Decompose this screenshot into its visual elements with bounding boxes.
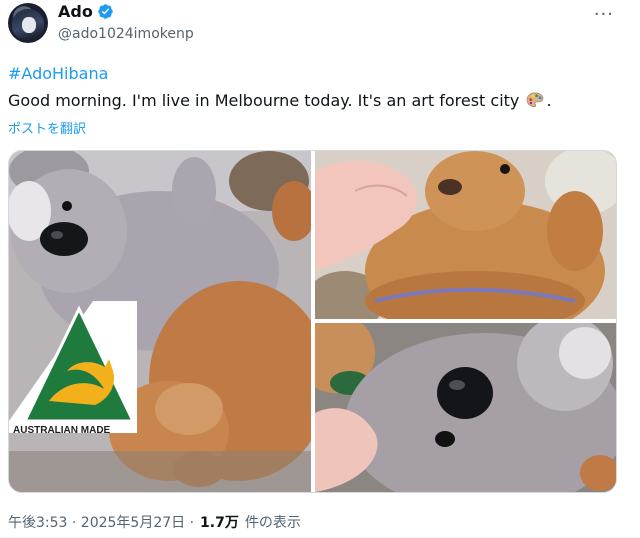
post-meta: 午後3:53 · 2025年5月27日 · 1.7万 件の表示 (8, 512, 301, 532)
media-image-2[interactable] (315, 151, 616, 319)
avatar[interactable] (8, 3, 48, 43)
views-count: 1.7万 (200, 515, 239, 531)
author-handle[interactable]: @ado1024imokenp (58, 26, 194, 42)
photo-koala-plush-closeup (315, 323, 616, 492)
more-options-icon[interactable]: ··· (594, 4, 614, 25)
views-label: 件の表示 (244, 515, 301, 531)
author-name-row: Ado (58, 2, 114, 21)
tweet: Ado @ado1024imokenp ··· #AdoHibana Good … (0, 0, 640, 538)
verified-badge-icon (98, 4, 113, 19)
artist-palette-icon (527, 92, 544, 108)
media-image-1[interactable]: AUSTRALIAN MADE (9, 151, 311, 492)
post-text-main: Good morning. I'm live in Melbourne toda… (8, 91, 520, 110)
media-image-3[interactable] (315, 323, 616, 492)
post-text-end: . (546, 91, 552, 110)
post-text: Good morning. I'm live in Melbourne toda… (8, 91, 552, 110)
media-grid: AUSTRALIAN MADE (8, 150, 617, 493)
display-name[interactable]: Ado (58, 2, 93, 21)
photo-kangaroo-plush (315, 151, 616, 319)
australian-made-sign: AUSTRALIAN MADE (13, 425, 111, 436)
photo-koala-kangaroo-plush: AUSTRALIAN MADE (9, 151, 311, 492)
hashtag-link[interactable]: #AdoHibana (8, 64, 108, 83)
translate-post-link[interactable]: ポストを翻訳 (8, 118, 86, 137)
timestamp[interactable]: 午後3:53 · 2025年5月27日 · (8, 512, 194, 532)
